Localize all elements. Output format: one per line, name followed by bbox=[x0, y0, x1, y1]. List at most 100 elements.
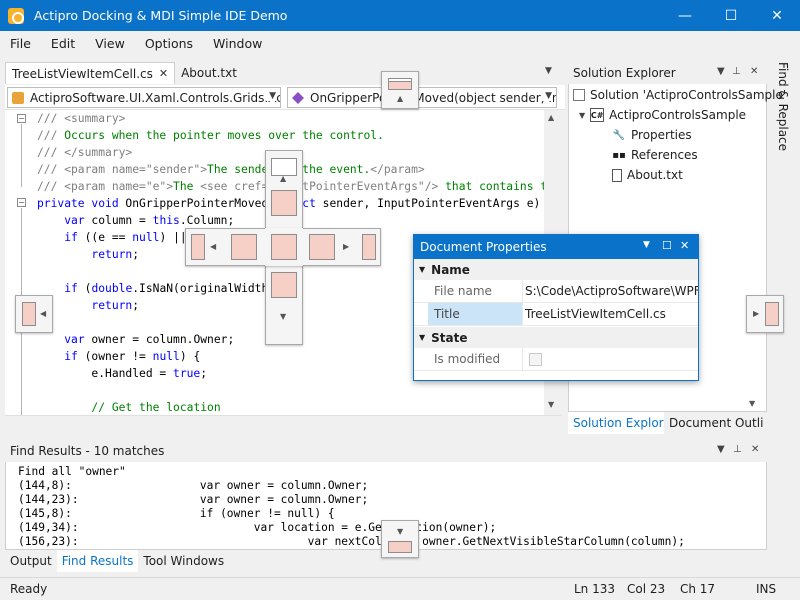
close-icon[interactable]: ✕ bbox=[680, 239, 689, 252]
pin-icon[interactable]: ⊥ bbox=[732, 66, 741, 77]
dock-outer-left-target[interactable] bbox=[191, 234, 205, 260]
tab-output[interactable]: Output bbox=[5, 550, 57, 572]
find-result-line[interactable]: (144,8): var owner = column.Owner; bbox=[18, 479, 368, 493]
property-row-file-name[interactable]: File name S:\Code\ActiproSoftware\WPF-Co… bbox=[414, 280, 698, 303]
dock-guide-top[interactable]: ▲ bbox=[381, 71, 419, 109]
find-result-line[interactable]: Find all "owner" bbox=[18, 465, 126, 479]
scroll-down-icon[interactable]: ▼ bbox=[749, 399, 755, 408]
menu-options[interactable]: Options bbox=[135, 36, 203, 51]
tree-item-project[interactable]: ▼ C# ActiproControlsSample bbox=[579, 105, 746, 125]
tab-close-icon[interactable]: ✕ bbox=[159, 67, 168, 80]
tree-item-properties[interactable]: 🔧 Properties bbox=[612, 125, 692, 145]
code-line[interactable]: if (owner != null) { bbox=[37, 348, 200, 365]
code-token: sender, InputPointerEventArgs e) { bbox=[315, 197, 544, 210]
property-row-is-modified[interactable]: Is modified bbox=[414, 348, 698, 371]
expand-chevron-icon[interactable]: ▼ bbox=[579, 111, 585, 120]
editor-horizontal-scrollbar[interactable] bbox=[5, 415, 561, 429]
property-row-title[interactable]: Title TreeListViewItemCell.cs bbox=[414, 303, 698, 326]
close-icon[interactable]: ✕ bbox=[750, 66, 758, 77]
code-line[interactable]: // Get the location bbox=[37, 399, 220, 415]
collapse-chevron-icon[interactable]: ▼ bbox=[419, 333, 425, 342]
code-token: </param> bbox=[370, 163, 425, 176]
dock-center-top-target[interactable] bbox=[271, 190, 297, 216]
fold-collapse-icon[interactable]: − bbox=[17, 198, 26, 207]
tab-tool-windows[interactable]: Tool Windows bbox=[138, 550, 230, 572]
maximize-button[interactable]: ☐ bbox=[708, 0, 754, 31]
close-button[interactable]: ✕ bbox=[754, 0, 800, 31]
tab-overflow-chevron-icon[interactable]: ▼ bbox=[545, 66, 552, 76]
code-line[interactable]: /// <param name="sender">The sender of t… bbox=[37, 161, 425, 178]
dock-guide-left[interactable]: ◀ bbox=[15, 295, 53, 333]
status-line: Ln 133 bbox=[574, 582, 616, 596]
close-icon[interactable]: ✕ bbox=[751, 444, 759, 455]
code-line[interactable]: /// Occurs when the pointer moves over t… bbox=[37, 127, 384, 144]
code-token: null bbox=[152, 350, 180, 363]
menu-file[interactable]: File bbox=[0, 36, 41, 51]
method-icon bbox=[292, 91, 304, 104]
find-result-line[interactable]: (145,8): if (owner != null) { bbox=[18, 507, 335, 521]
menu-view[interactable]: View bbox=[85, 36, 135, 51]
chevron-down-icon: ▼ bbox=[266, 91, 276, 101]
panel-title: Solution Explorer bbox=[573, 66, 676, 80]
code-line[interactable]: var owner = column.Owner; bbox=[37, 331, 234, 348]
document-properties-titlebar[interactable]: Document Properties ▼ ☐ ✕ bbox=[414, 235, 698, 259]
code-line[interactable]: return; bbox=[37, 246, 139, 263]
collapse-chevron-icon[interactable]: ▼ bbox=[419, 265, 425, 274]
dock-guide-bottom[interactable]: ▼ bbox=[381, 520, 419, 558]
dock-center-right-target[interactable] bbox=[309, 234, 335, 260]
find-result-line[interactable]: (144,23): var owner = column.Owner; bbox=[18, 493, 368, 507]
maximize-icon[interactable]: ☐ bbox=[662, 239, 672, 252]
tree-item-solution[interactable]: Solution 'ActiproControlsSample' bbox=[573, 85, 786, 105]
wrench-icon: 🔧 bbox=[612, 129, 626, 141]
arrow-up-icon: ▲ bbox=[397, 94, 404, 103]
dock-compass-center[interactable] bbox=[265, 228, 303, 266]
property-value[interactable]: TreeListViewItemCell.cs bbox=[522, 303, 698, 325]
find-result-line[interactable]: (149,34): var location = e.GetPosition(o… bbox=[18, 521, 496, 535]
options-chevron-icon[interactable]: ▼ bbox=[717, 444, 725, 455]
tree-item-label: Properties bbox=[631, 128, 692, 142]
status-character: Ch 17 bbox=[680, 582, 716, 596]
code-token: .Column; bbox=[179, 214, 235, 227]
category-state[interactable]: ▼ State bbox=[414, 327, 698, 348]
code-line[interactable]: e.Handled = true; bbox=[37, 365, 207, 382]
title-bar: Actipro Docking & MDI Simple IDE Demo — … bbox=[0, 0, 800, 31]
tab-about[interactable]: About.txt bbox=[175, 62, 243, 84]
pin-icon[interactable]: ⊥ bbox=[733, 444, 742, 455]
menu-edit[interactable]: Edit bbox=[41, 36, 85, 51]
options-chevron-icon[interactable]: ▼ bbox=[643, 240, 650, 250]
minimize-button[interactable]: — bbox=[662, 0, 708, 31]
code-line[interactable]: if (double.IsNaN(originalWidth)) bbox=[37, 280, 282, 297]
property-value[interactable]: S:\Code\ActiproSoftware\WPF-Controls bbox=[522, 280, 698, 302]
type-combo[interactable]: ActiproSoftware.UI.Xaml.Controls.Grids.A… bbox=[7, 87, 281, 108]
tab-document-outline[interactable]: Document Outline bbox=[664, 412, 764, 434]
code-token: ) { bbox=[179, 350, 201, 363]
member-combo[interactable]: OnGripperPointerMoved(object sender, Inp… bbox=[287, 87, 557, 108]
code-line[interactable]: var column = this.Column; bbox=[37, 212, 234, 229]
menu-window[interactable]: Window bbox=[203, 36, 272, 51]
dock-outer-right-target[interactable] bbox=[362, 234, 376, 260]
tab-solution-explorer[interactable]: Solution Explorer bbox=[568, 412, 664, 434]
dock-center-bottom-target[interactable] bbox=[271, 272, 297, 298]
tree-item-label: Solution 'ActiproControlsSample' bbox=[590, 88, 787, 102]
tree-item-about[interactable]: About.txt bbox=[612, 165, 683, 185]
dock-center-left-target[interactable] bbox=[231, 234, 257, 260]
is-modified-checkbox[interactable] bbox=[529, 352, 542, 366]
scroll-up-icon[interactable]: ▲ bbox=[548, 113, 554, 122]
find-result-line[interactable]: (156,23): var nextColumn = owner.GetNext… bbox=[18, 535, 685, 549]
tree-item-references[interactable]: ▪▪ References bbox=[612, 145, 698, 165]
window-title: Actipro Docking & MDI Simple IDE Demo bbox=[34, 8, 288, 23]
find-replace-autohide-tab[interactable]: Find & Replace bbox=[774, 62, 790, 212]
code-line[interactable]: /// <summary> bbox=[37, 110, 125, 127]
scroll-down-icon[interactable]: ▼ bbox=[548, 400, 554, 409]
tab-find-results[interactable]: Find Results bbox=[56, 550, 139, 572]
options-chevron-icon[interactable]: ▼ bbox=[717, 66, 725, 77]
tree-item-label: References bbox=[631, 148, 698, 162]
property-value[interactable] bbox=[522, 348, 698, 370]
property-name: Is modified bbox=[434, 352, 501, 366]
category-name[interactable]: ▼ Name bbox=[414, 259, 698, 280]
fold-collapse-icon[interactable]: − bbox=[17, 114, 26, 123]
code-token: OnGripperPointerMoved( bbox=[125, 197, 276, 210]
code-line[interactable]: /// </summary> bbox=[37, 144, 132, 161]
dock-guide-right[interactable]: ▶ bbox=[746, 295, 784, 333]
tab-treelistviewitemcell[interactable]: TreeListViewItemCell.cs ✕ bbox=[5, 62, 176, 84]
